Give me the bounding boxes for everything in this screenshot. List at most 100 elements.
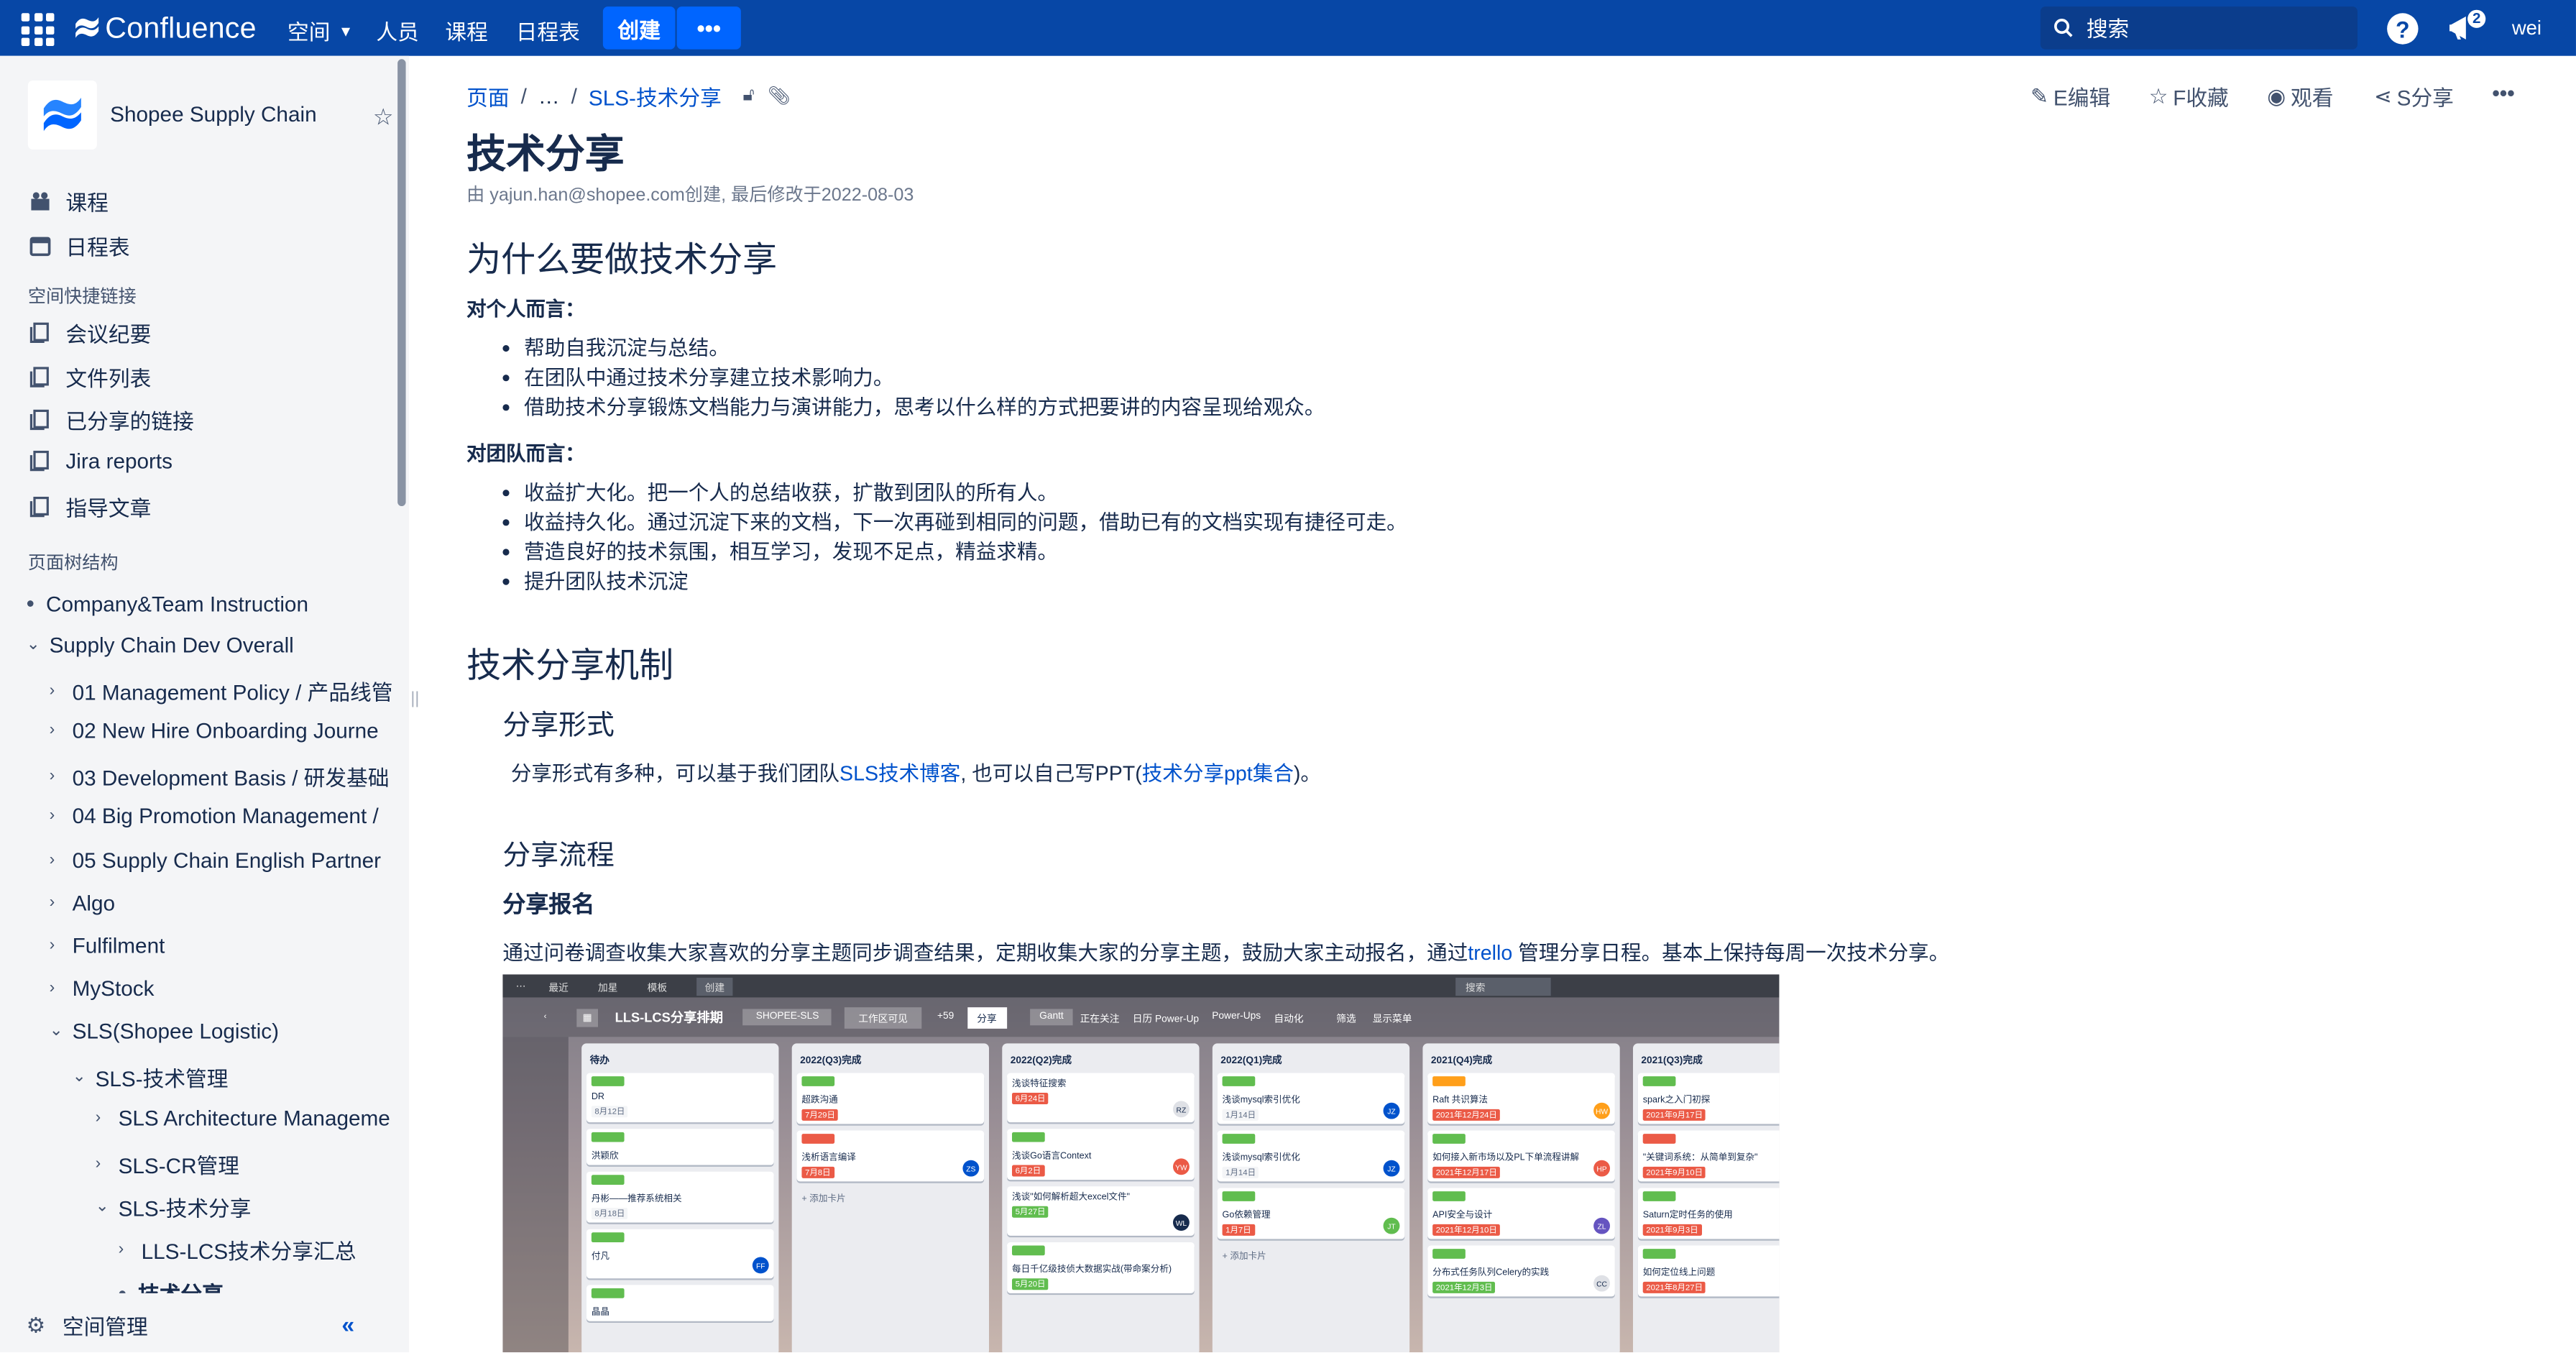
sidebar-scrollbar[interactable] bbox=[397, 59, 406, 506]
brand-name: Confluence bbox=[105, 10, 257, 44]
card-date: 7月8日 bbox=[801, 1166, 834, 1178]
watch-button[interactable]: ◉ 观看 bbox=[2267, 81, 2333, 111]
chevron-down-icon[interactable]: ⌄ bbox=[27, 636, 46, 654]
create-button[interactable]: 创建 bbox=[602, 6, 676, 50]
card-text: Raft 共识算法 bbox=[1432, 1096, 1488, 1106]
nav-calendar[interactable]: 日程表 bbox=[516, 15, 580, 46]
trello-board-view: ▦ bbox=[576, 1008, 599, 1027]
card-avatar: ZL bbox=[1593, 1217, 1610, 1234]
tree-item-label: SLS-CR管理 bbox=[118, 1153, 239, 1178]
sidebar-item-label: 课程 bbox=[65, 191, 109, 216]
nav-courses[interactable]: 课程 bbox=[445, 15, 487, 46]
trello-link[interactable]: trello bbox=[1468, 942, 1512, 965]
chevron-right-icon[interactable]: › bbox=[50, 767, 69, 785]
favorite-button[interactable]: ☆ F收藏 bbox=[2149, 81, 2229, 111]
trello-topbar: ⋯ 最近 加星 模板 创建 搜索 bbox=[502, 974, 1780, 998]
shortcut-guide-articles[interactable]: 指导文章 bbox=[29, 491, 151, 522]
attachment-icon[interactable]: 📎︎ bbox=[768, 86, 791, 106]
list-item: 帮助自我沉淀与总结。 bbox=[500, 334, 1325, 363]
ppt-collection-link[interactable]: 技术分享ppt集合 bbox=[1142, 763, 1294, 786]
share-button[interactable]: ⋖ S分享 bbox=[2374, 81, 2454, 111]
tree-item[interactable]: ⌄ SLS-技术管理 bbox=[73, 1062, 229, 1093]
search-box[interactable] bbox=[2040, 6, 2358, 50]
card-date: 2021年9月10日 bbox=[1642, 1166, 1706, 1178]
nav-spaces[interactable]: 空间 ▼ bbox=[288, 15, 353, 46]
tree-item[interactable]: › Fulfilment bbox=[50, 933, 165, 958]
edit-button[interactable]: ✎ E编辑 bbox=[2030, 81, 2110, 111]
space-header[interactable]: Shopee Supply Chain bbox=[27, 80, 317, 150]
more-create-button[interactable]: ••• bbox=[676, 6, 741, 50]
tree-item[interactable]: › 05 Supply Chain English Partner bbox=[50, 848, 381, 872]
chevron-right-icon[interactable]: › bbox=[50, 979, 69, 997]
trello-add-card: + 添加卡片 bbox=[1222, 1252, 1266, 1262]
trello-grid-icon: ⋯ bbox=[515, 981, 526, 992]
chevron-right-icon[interactable]: › bbox=[50, 894, 69, 912]
more-actions-icon[interactable]: ••• bbox=[2492, 81, 2514, 105]
card-date: 1月7日 bbox=[1222, 1224, 1255, 1236]
trello-card: 晶晶 bbox=[586, 1285, 774, 1321]
tree-item-label: 01 Management Policy / 产品线管 bbox=[72, 680, 393, 705]
shortcut-file-list[interactable]: 文件列表 bbox=[29, 362, 151, 393]
tree-item[interactable]: › MyStock bbox=[50, 976, 155, 1001]
search-input[interactable] bbox=[2086, 15, 2333, 40]
sidebar-item-courses[interactable]: 课程 bbox=[29, 185, 109, 216]
space-settings-link[interactable]: ⚙ 空间管理 bbox=[27, 1310, 148, 1341]
chevron-down-icon[interactable]: ⌄ bbox=[73, 1068, 92, 1086]
card-text: API安全与设计 bbox=[1432, 1211, 1493, 1221]
page-title: 技术分享 bbox=[466, 133, 625, 178]
chevron-right-icon[interactable]: › bbox=[50, 807, 69, 825]
tree-item[interactable]: • Company&Team Instruction bbox=[27, 590, 308, 617]
confluence-logo[interactable]: Confluence bbox=[74, 10, 257, 46]
sidebar-item-calendar[interactable]: 日程表 bbox=[29, 230, 130, 261]
chevron-right-icon[interactable]: › bbox=[50, 682, 69, 700]
user-menu[interactable]: wei bbox=[2512, 17, 2542, 40]
sls-blog-link[interactable]: SLS技术博客 bbox=[840, 763, 960, 786]
star-icon[interactable]: ☆ bbox=[373, 104, 394, 132]
shortcut-shared-links[interactable]: 已分享的链接 bbox=[29, 404, 194, 435]
card-date: 1月14日 bbox=[1222, 1109, 1259, 1121]
tree-item[interactable]: › 04 Big Promotion Management / bbox=[50, 804, 379, 828]
text: 通过问卷调查收集大家喜欢的分享主题同步调查结果，定期收集大家的分享主题，鼓励大家… bbox=[502, 941, 1468, 965]
tree-item[interactable]: ⌄ SLS(Shopee Logistic) bbox=[50, 1019, 279, 1043]
shortcut-jira-reports[interactable]: Jira reports bbox=[29, 449, 172, 473]
breadcrumb-parent[interactable]: SLS-技术分享 bbox=[589, 81, 722, 111]
tree-item[interactable]: › 02 New Hire Onboarding Journe bbox=[50, 718, 379, 743]
tree-item[interactable]: ⌄ SLS-技术分享 bbox=[96, 1191, 252, 1222]
tree-item[interactable]: › LLS-LCS技术分享汇总 bbox=[119, 1234, 356, 1265]
collapse-sidebar-icon[interactable]: « bbox=[341, 1311, 354, 1338]
chevron-right-icon[interactable]: › bbox=[96, 1109, 115, 1127]
shortcut-meeting-notes[interactable]: 会议纪要 bbox=[29, 317, 151, 348]
app-switcher-icon[interactable] bbox=[21, 13, 55, 46]
chevron-down-icon[interactable]: ⌄ bbox=[50, 1022, 69, 1040]
tree-item[interactable]: › Algo bbox=[50, 891, 115, 915]
space-name[interactable]: Shopee Supply Chain bbox=[110, 102, 316, 127]
help-icon[interactable]: ? bbox=[2387, 13, 2419, 45]
trello-card: API安全与设计 2021年12月10日 ZL bbox=[1427, 1188, 1615, 1239]
trello-sidebar bbox=[502, 1037, 569, 1353]
tree-item[interactable]: › 03 Development Basis / 研发基础 bbox=[50, 761, 390, 792]
tree-item[interactable]: › SLS-CR管理 bbox=[96, 1149, 239, 1180]
card-avatar: WL bbox=[1172, 1214, 1190, 1231]
text: 分享形式有多种，可以基于我们团队 bbox=[510, 762, 840, 786]
nav-people[interactable]: 人员 bbox=[376, 15, 418, 46]
heading-signup: 分享报名 bbox=[502, 890, 595, 917]
breadcrumb-ellipsis[interactable]: … bbox=[538, 84, 560, 109]
trello-column-title: 2021(Q3)完成 bbox=[1641, 1056, 1703, 1067]
card-date: 2021年9月3日 bbox=[1642, 1224, 1702, 1236]
list-item: 在团队中通过技术分享建立技术影响力。 bbox=[500, 363, 1325, 393]
tree-item[interactable]: › SLS Architecture Manageme bbox=[96, 1106, 390, 1130]
chevron-right-icon[interactable]: › bbox=[50, 937, 69, 955]
chevron-down-icon[interactable]: ⌄ bbox=[96, 1198, 115, 1216]
chevron-right-icon[interactable]: › bbox=[96, 1155, 115, 1173]
chevron-right-icon[interactable]: › bbox=[119, 1241, 138, 1259]
tree-item[interactable]: ⌄ Supply Chain Dev Overall bbox=[27, 633, 294, 657]
breadcrumb-pages[interactable]: 页面 bbox=[466, 81, 509, 111]
notifications-button[interactable]: 2 bbox=[2448, 9, 2486, 51]
tree-item[interactable]: › 01 Management Policy / 产品线管 bbox=[50, 675, 393, 706]
chevron-right-icon[interactable]: › bbox=[50, 851, 69, 869]
trello-column: 2022(Q2)完成 浅谈特征搜索 6月24日 RZ 浅谈Go语言Context 6月… bbox=[1002, 1043, 1200, 1353]
card-date: 2021年12月10日 bbox=[1432, 1224, 1501, 1236]
unlock-icon[interactable]: 🔓︎ bbox=[743, 86, 755, 107]
chevron-right-icon[interactable]: › bbox=[50, 721, 69, 739]
tree-item-label: SLS-技术管理 bbox=[95, 1066, 229, 1091]
